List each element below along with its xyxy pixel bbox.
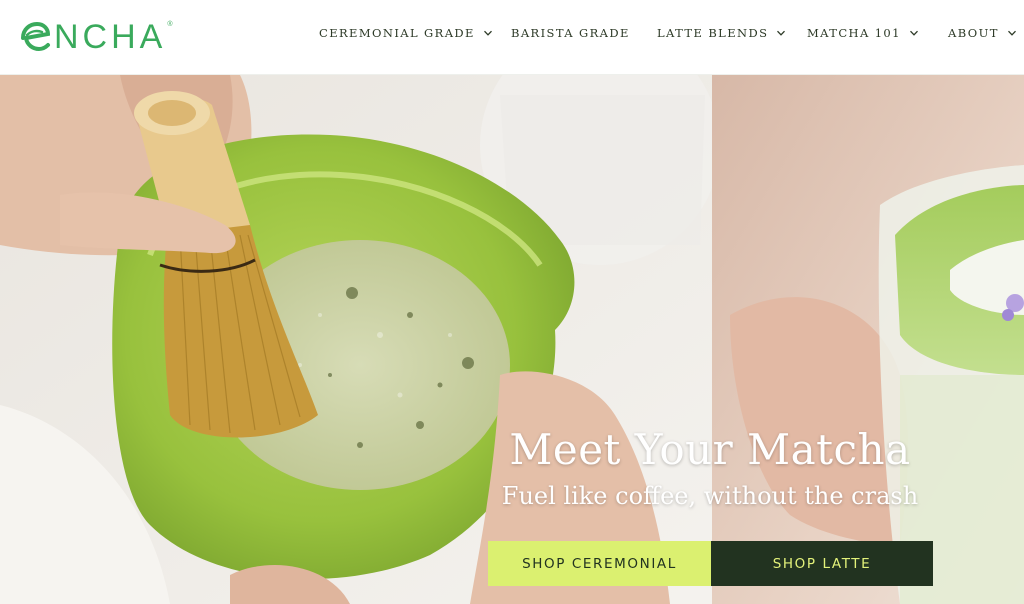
logo-wordmark: NCHA bbox=[54, 18, 167, 56]
nav-matcha-101[interactable]: MATCHA 101 bbox=[807, 25, 919, 41]
chevron-down-icon bbox=[909, 30, 918, 36]
hero-title: Meet Your Matcha bbox=[509, 425, 911, 474]
nav-about[interactable]: ABOUT bbox=[948, 25, 1017, 41]
chevron-down-icon bbox=[483, 30, 492, 36]
hero-subtitle: Fuel like coffee, without the crash bbox=[501, 482, 919, 510]
hero-matcha-photo bbox=[0, 75, 1024, 604]
chevron-down-icon bbox=[1007, 30, 1016, 36]
nav-label: CEREMONIAL GRADE bbox=[319, 26, 475, 40]
nav-label: ABOUT bbox=[948, 26, 999, 40]
chevron-down-icon bbox=[777, 30, 786, 36]
logo-e-mark-icon bbox=[21, 21, 51, 52]
hero-banner: Meet Your Matcha Fuel like coffee, witho… bbox=[0, 75, 1024, 604]
registered-mark: ® bbox=[167, 21, 173, 28]
nav-label: LATTE BLENDS bbox=[657, 26, 769, 40]
nav-latte-blends[interactable]: LATTE BLENDS bbox=[657, 25, 786, 41]
nav-barista-grade[interactable]: BARISTA GRADE bbox=[511, 25, 630, 41]
main-nav: CEREMONIAL GRADE BARISTA GRADE LATTE BLE… bbox=[300, 0, 1024, 75]
nav-ceremonial-grade[interactable]: CEREMONIAL GRADE bbox=[319, 25, 493, 41]
shop-latte-button[interactable]: SHOP LATTE bbox=[711, 541, 933, 586]
encha-logo[interactable]: NCHA ® bbox=[18, 17, 173, 57]
shop-ceremonial-button[interactable]: SHOP CEREMONIAL bbox=[488, 541, 711, 586]
site-header: NCHA ® CEREMONIAL GRADE BARISTA GRADE LA… bbox=[0, 0, 1024, 75]
nav-label: BARISTA GRADE bbox=[511, 26, 630, 40]
nav-label: MATCHA 101 bbox=[807, 26, 901, 40]
